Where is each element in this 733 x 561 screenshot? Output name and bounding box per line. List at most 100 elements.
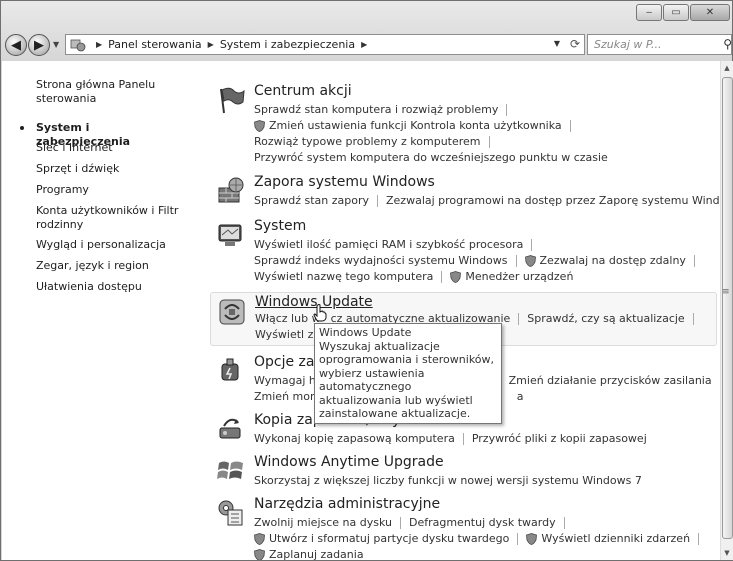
vertical-scrollbar[interactable]: ▲ ≡ ▼ xyxy=(720,61,733,560)
maximize-button[interactable]: ▭ xyxy=(663,4,689,21)
scroll-down-button[interactable]: ▼ xyxy=(721,546,733,560)
category-firewall: Zapora systemu Windows Sprawdź stan zapo… xyxy=(212,174,720,210)
link-schedule-tasks[interactable]: Zaplanuj zadania xyxy=(269,548,364,560)
link-require-password[interactable]: Wymagaj ha xyxy=(254,374,323,387)
link-row: Zwolnij miejsce na dysku Defragmentuj dy… xyxy=(254,516,573,529)
divider xyxy=(517,532,519,545)
link-create-partitions[interactable]: Utwórz i sformatuj partycje dysku twarde… xyxy=(269,532,509,545)
uac-shield-icon xyxy=(450,270,462,283)
link-restore-point[interactable]: Przywróć system komputera do wcześniejsz… xyxy=(254,151,608,164)
sidebar-item-appearance[interactable]: Wygląd i personalizacja xyxy=(36,238,186,252)
sidebar-item-home[interactable]: Strona główna Panelu sterowania xyxy=(36,78,186,106)
address-dropdown[interactable]: ▼ xyxy=(554,39,560,48)
windows-logo-icon xyxy=(217,461,243,479)
link-restore-files[interactable]: Przywróć pliki z kopii zapasowej xyxy=(472,432,647,445)
link-remote-access[interactable]: Zezwalaj na dostęp zdalny xyxy=(540,254,686,267)
sidebar-item-network[interactable]: Sieć i Internet xyxy=(36,141,186,155)
control-panel-window: ‒ ▭ ✕ ◀ ▶ ▼ ▶ Panel sterowania ▶ System … xyxy=(0,0,733,561)
link-row: Zaplanuj zadania xyxy=(254,548,364,560)
sidebar-item-programs[interactable]: Programy xyxy=(36,183,186,197)
divider xyxy=(506,103,508,116)
power-options-icon xyxy=(221,358,239,381)
sidebar: Strona główna Panelu sterowania System i… xyxy=(2,61,192,560)
category-anytime-upgrade: Windows Anytime Upgrade Skorzystaj z wię… xyxy=(212,454,717,490)
search-box[interactable]: Szukaj w P... ⚲ xyxy=(587,34,732,55)
uac-shield-icon xyxy=(526,532,538,545)
title-bar[interactable]: ‒ ▭ ✕ xyxy=(1,1,732,31)
link-sleep-tail[interactable]: a xyxy=(517,390,524,403)
link-uac-settings[interactable]: Zmień ustawienia funkcji Kontrola konta … xyxy=(269,119,562,132)
link-auto-update-part1[interactable]: Włącz lub w xyxy=(255,312,321,325)
breadcrumb-panel-sterowania[interactable]: Panel sterowania xyxy=(108,38,202,51)
search-icon[interactable]: ⚲ xyxy=(723,37,732,51)
recent-pages-dropdown[interactable]: ▼ xyxy=(53,40,59,49)
link-row: Wyświetl ilość pamięci RAM i szybkość pr… xyxy=(254,238,540,251)
flag-icon xyxy=(220,87,245,114)
link-row: Sprawdź indeks wydajności systemu Window… xyxy=(254,254,703,267)
breadcrumb-system-i-zabezpieczenia[interactable]: System i zabezpieczenia xyxy=(220,38,355,51)
minimize-button[interactable]: ‒ xyxy=(636,4,662,21)
scroll-thumb[interactable] xyxy=(722,77,733,539)
link-disk-cleanup[interactable]: Zwolnij miejsce na dysku xyxy=(254,516,392,529)
hand-cursor-icon xyxy=(313,304,327,322)
link-performance-index[interactable]: Sprawdź indeks wydajności systemu Window… xyxy=(254,254,508,267)
address-bar[interactable]: ▶ Panel sterowania ▶ System i zabezpiecz… xyxy=(65,34,585,55)
divider xyxy=(488,135,490,148)
link-view-updates[interactable]: Wyświetl zai xyxy=(255,328,323,341)
back-button[interactable]: ◀ xyxy=(5,34,27,56)
tooltip-title: Windows Update xyxy=(319,326,412,339)
category-admin-tools: Narzędzia administracyjne Zwolnij miejsc… xyxy=(212,496,717,560)
sidebar-item-accessibility[interactable]: Ułatwienia dostępu xyxy=(36,280,186,294)
scroll-grip-icon: ≡ xyxy=(722,287,730,297)
link-troubleshoot[interactable]: Rozwiąż typowe problemy z komputerem xyxy=(254,135,481,148)
link-check-updates[interactable]: Sprawdź, czy są aktualizacje xyxy=(527,312,684,325)
divider xyxy=(693,254,695,267)
system-title[interactable]: System xyxy=(254,218,306,234)
category-system: System Wyświetl ilość pamięci RAM i szyb… xyxy=(212,218,717,284)
refresh-icon[interactable]: ⟳ xyxy=(570,37,580,51)
tooltip-line: wybierz ustawienia automatycznego xyxy=(319,366,425,394)
breadcrumb-separator[interactable]: ▶ xyxy=(361,40,367,49)
power-options-title[interactable]: Opcje zas xyxy=(254,354,322,370)
admin-tools-icon xyxy=(218,500,243,526)
link-device-manager[interactable]: Menedżer urządzeń xyxy=(465,270,573,283)
breadcrumb-root-separator[interactable]: ▶ xyxy=(96,40,102,49)
firewall-title[interactable]: Zapora systemu Windows xyxy=(254,174,435,190)
divider xyxy=(692,312,694,325)
category-action-center: Centrum akcji Sprawdź stan komputera i r… xyxy=(212,83,717,165)
firewall-icon xyxy=(218,177,244,203)
link-event-logs[interactable]: Wyświetl dzienniki zdarzeń xyxy=(541,532,690,545)
link-ram-cpu[interactable]: Wyświetl ilość pamięci RAM i szybkość pr… xyxy=(254,238,523,251)
link-check-status[interactable]: Sprawdź stan komputera i rozwiąż problem… xyxy=(254,103,498,116)
link-change-sleep[interactable]: Zmień mom xyxy=(254,390,321,403)
search-input[interactable]: Szukaj w P... xyxy=(594,38,662,51)
link-row: Wyświetl zai xyxy=(255,328,323,341)
main-content: Strona główna Panelu sterowania System i… xyxy=(2,61,720,560)
link-firewall-status[interactable]: Sprawdź stan zapory xyxy=(254,194,369,207)
system-computer-icon xyxy=(218,224,242,246)
link-more-features[interactable]: Skorzystaj z większej liczby funkcji w n… xyxy=(254,474,642,487)
divider xyxy=(515,254,517,267)
scroll-up-button[interactable]: ▲ xyxy=(721,61,733,75)
close-button[interactable]: ✕ xyxy=(690,4,730,21)
windows-update-icon xyxy=(219,299,245,325)
link-row: Rozwiąż typowe problemy z komputerem xyxy=(254,135,498,148)
link-computer-name[interactable]: Wyświetl nazwę tego komputera xyxy=(254,270,433,283)
tooltip-line: zainstalowane aktualizacje. xyxy=(319,407,471,420)
link-backup-computer[interactable]: Wykonaj kopię zapasową komputera xyxy=(254,432,455,445)
sidebar-item-user-accounts[interactable]: Konta użytkowników i Filtr rodzinny xyxy=(36,204,186,232)
admin-tools-title[interactable]: Narzędzia administracyjne xyxy=(254,496,440,512)
divider xyxy=(531,238,533,251)
window-controls: ‒ ▭ ✕ xyxy=(635,4,730,21)
current-bullet xyxy=(20,126,24,130)
breadcrumb-separator[interactable]: ▶ xyxy=(208,40,214,49)
link-power-buttons[interactable]: Zmień działanie przycisków zasilania xyxy=(509,374,712,387)
action-center-title[interactable]: Centrum akcji xyxy=(254,83,352,99)
sidebar-item-clock-language[interactable]: Zegar, język i region xyxy=(36,259,186,273)
link-allow-program[interactable]: Zezwalaj programowi na dostęp przez Zapo… xyxy=(386,194,720,207)
backup-restore-icon xyxy=(219,418,241,439)
link-defragment[interactable]: Defragmentuj dysk twardy xyxy=(409,516,556,529)
sidebar-item-hardware-sound[interactable]: Sprzęt i dźwięk xyxy=(36,162,186,176)
anytime-upgrade-title[interactable]: Windows Anytime Upgrade xyxy=(254,454,444,470)
forward-button[interactable]: ▶ xyxy=(28,34,50,56)
